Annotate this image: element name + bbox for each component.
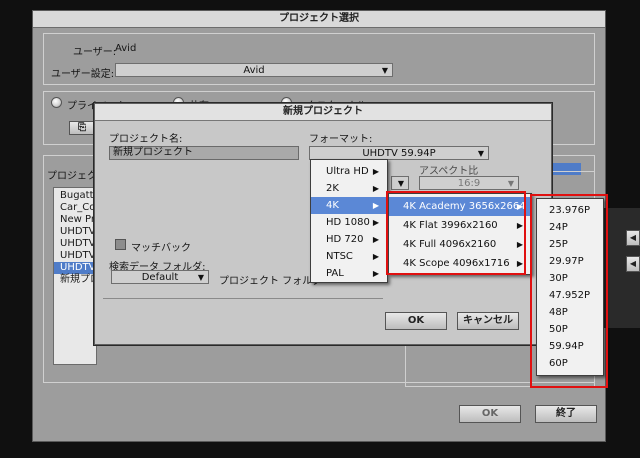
format-category-item[interactable]: Ultra HD ▶ <box>311 163 387 180</box>
chevron-right-icon: ▶ <box>372 252 379 261</box>
format-category-item-label: HD 1080 <box>326 217 370 228</box>
format-category-item[interactable]: NTSC ▶ <box>311 248 387 265</box>
search-data-folder-dropdown[interactable]: Default ▼ <box>111 270 209 284</box>
frame-rate-dropdown[interactable]: ▼ <box>391 176 409 190</box>
aspect-dropdown[interactable]: 16:9 ▼ <box>419 176 519 190</box>
project-list-item[interactable]: New Pro <box>54 214 96 226</box>
chevron-down-icon: ▼ <box>507 179 514 188</box>
aspect-label: アスペクト比 <box>419 166 479 177</box>
project-name-field[interactable]: 新規プロジェクト <box>109 146 299 160</box>
project-list-item[interactable]: UHDTV5 <box>54 262 96 274</box>
annotation-highlight-box <box>386 191 526 275</box>
chevron-right-icon: ▶ <box>372 201 379 210</box>
chevron-right-icon: ▶ <box>372 269 379 278</box>
format-category-item-label: 2K <box>326 183 339 194</box>
window-title: プロジェクト選択 <box>33 11 605 28</box>
dialog-cancel-button[interactable]: キャンセル <box>457 312 519 330</box>
user-settings-dropdown[interactable]: Avid ▼ <box>115 63 393 77</box>
folder-browse-button[interactable]: ⎘ <box>69 121 95 135</box>
left-arrow-button[interactable]: ◀ <box>626 256 640 272</box>
search-data-folder-value: Default <box>141 272 179 283</box>
chevron-right-icon: ▶ <box>372 167 379 176</box>
matchback-checkbox[interactable] <box>115 239 126 250</box>
format-category-item-label: Ultra HD <box>326 166 369 177</box>
format-category-menu: Ultra HD ▶ 2K ▶ 4K ▶ HD 1080 ▶ HD 720 ▶ NTSC ▶ PAL ▶ <box>310 159 388 283</box>
format-category-item-label: NTSC <box>326 251 353 262</box>
aspect-value: 16:9 <box>457 178 481 189</box>
project-list-item[interactable]: Car_Con <box>54 202 96 214</box>
format-label: フォーマット: <box>309 134 373 145</box>
format-category-item[interactable]: HD 720 ▶ <box>311 231 387 248</box>
user-settings-label: ユーザー設定: <box>51 69 115 80</box>
chevron-down-icon: ▼ <box>477 149 484 158</box>
dialog-divider <box>103 298 383 299</box>
chevron-right-icon: ▶ <box>372 218 379 227</box>
project-folder-label: プロジェクト フォルダ <box>219 276 323 287</box>
left-arrow-button[interactable]: ◀ <box>626 230 640 246</box>
user-group <box>43 33 595 85</box>
matchback-label: マッチバック <box>131 243 191 254</box>
project-list-item[interactable]: UHDTV 5 <box>54 238 96 250</box>
chevron-down-icon: ▼ <box>397 179 404 188</box>
format-category-item[interactable]: PAL ▶ <box>311 265 387 282</box>
chevron-down-icon: ▼ <box>197 273 204 282</box>
format-category-item[interactable]: HD 1080 ▶ <box>311 214 387 231</box>
chevron-down-icon: ▼ <box>381 66 388 75</box>
dialog-ok-button[interactable]: OK <box>385 312 447 330</box>
format-category-item-label: HD 720 <box>326 234 364 245</box>
format-category-item[interactable]: 2K ▶ <box>311 180 387 197</box>
chevron-right-icon: ▶ <box>372 235 379 244</box>
chevron-right-icon: ▶ <box>372 184 379 193</box>
user-value: Avid <box>115 43 137 54</box>
format-dropdown[interactable]: UHDTV 59.94P ▼ <box>309 146 489 160</box>
main-ok-button[interactable]: OK <box>459 405 521 423</box>
dialog-title: 新規プロジェクト <box>95 104 551 121</box>
folder-icon: ⎘ <box>78 122 86 133</box>
format-category-item-label: 4K <box>326 200 339 211</box>
format-value: UHDTV 59.94P <box>362 148 436 159</box>
project-list-item[interactable]: Bugatti V <box>54 190 96 202</box>
project-list-item[interactable]: UHDTV 2 <box>54 226 96 238</box>
project-list: Bugatti VCar_ConNew ProUHDTV 2UHDTV 5UHD… <box>53 187 97 365</box>
exit-button[interactable]: 終了 <box>535 405 597 423</box>
project-list-item[interactable]: UHDTV 2 <box>54 250 96 262</box>
user-settings-value: Avid <box>243 65 265 76</box>
radio-private[interactable] <box>51 97 62 108</box>
user-label: ユーザー: <box>73 47 117 58</box>
project-list-item[interactable]: 新規プロ <box>54 274 96 286</box>
format-category-item-label: PAL <box>326 268 344 279</box>
project-name-label: プロジェクト名: <box>109 134 183 145</box>
annotation-highlight-box <box>530 194 608 388</box>
format-category-item[interactable]: 4K ▶ <box>311 197 387 214</box>
